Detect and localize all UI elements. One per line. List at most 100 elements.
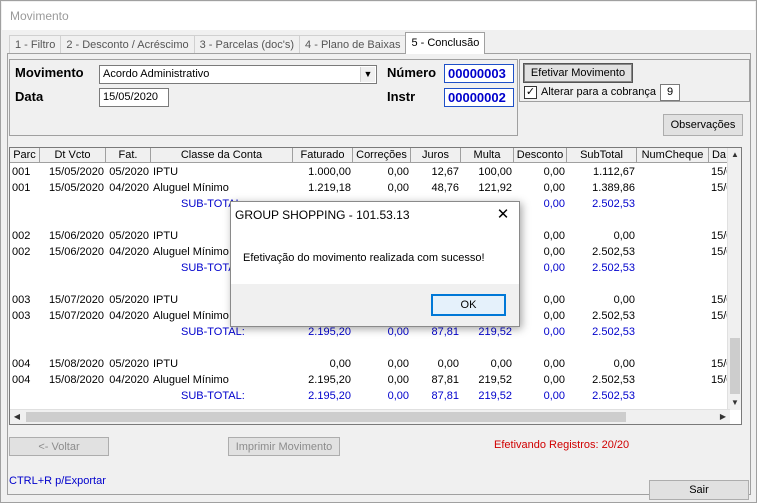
table-cell: 15/08/2020 <box>48 374 104 386</box>
ok-button[interactable]: OK <box>431 294 506 316</box>
table-cell: 0,00 <box>613 294 635 306</box>
efetivar-movimento-button[interactable]: Efetivar Movimento <box>523 63 633 83</box>
table-cell: 0,00 <box>543 326 565 338</box>
alterar-cobranca-value[interactable]: 9 <box>660 84 680 101</box>
grid-header-cell[interactable]: Juros <box>411 148 461 163</box>
table-cell <box>569 340 635 356</box>
table-cell: 15/08 <box>711 374 728 386</box>
table-cell <box>639 244 707 260</box>
close-icon[interactable]: ✕ <box>493 202 513 228</box>
table-cell: 2.502,53 <box>592 390 635 402</box>
table-cell: 87,81 <box>431 390 459 402</box>
horizontal-scroll-thumb[interactable] <box>26 412 626 422</box>
table-cell: 2.502,53 <box>592 310 635 322</box>
table-cell: 003 <box>12 294 31 306</box>
instr-field[interactable]: 00000002 <box>444 88 514 107</box>
numero-field[interactable]: 00000003 <box>444 64 514 83</box>
movimento-window: Movimento 1 - Filtro 2 - Desconto / Acrés… <box>0 0 757 503</box>
table-cell <box>639 276 707 292</box>
tab-2[interactable]: 2 - Desconto / Acréscimo <box>60 35 195 54</box>
movimento-combo[interactable]: Acordo Administrativo ▼ <box>99 65 377 84</box>
table-cell: 05/2020 <box>109 358 149 370</box>
tab-4[interactable]: 4 - Plano de Baixas <box>299 35 407 54</box>
table-row[interactable]: 004 15/08/2020 04/2020 Aluguel Mínimo 2.195,… <box>10 372 730 388</box>
tab-3[interactable]: 3 - Parcelas (doc's) <box>193 35 301 54</box>
table-cell: 0,00 <box>387 358 409 370</box>
table-cell <box>42 260 104 276</box>
table-cell: 05/2020 <box>109 294 149 306</box>
table-cell <box>153 340 291 356</box>
table-cell: 0,00 <box>543 310 565 322</box>
scroll-left-icon[interactable]: ◀ <box>10 410 24 424</box>
table-cell <box>711 276 728 292</box>
table-row[interactable]: 001 15/05/2020 04/2020 Aluguel Mínimo 1.219,… <box>10 180 730 196</box>
table-cell: 0,00 <box>543 198 565 210</box>
export-hint: CTRL+R p/Exportar <box>9 475 106 487</box>
tab-5[interactable]: 5 - Conclusão <box>405 32 486 54</box>
grid-header-cell[interactable]: NumCheque <box>637 148 709 163</box>
grid-header-cell[interactable]: Faturado <box>293 148 353 163</box>
table-cell <box>639 260 707 276</box>
table-row[interactable]: 004 15/08/2020 05/2020 IPTU 0,00 0,00 0,00 0,00… <box>10 356 730 372</box>
grid-header-cell[interactable]: Parc <box>10 148 40 163</box>
vertical-scrollbar[interactable]: ▲ ▼ <box>727 148 741 410</box>
table-cell: 15/05/2020 <box>48 182 104 194</box>
table-cell: 15/05 <box>711 166 728 178</box>
table-cell: 2.502,53 <box>592 326 635 338</box>
table-cell <box>516 212 565 228</box>
table-cell: 003 <box>12 310 31 322</box>
table-cell <box>639 308 707 324</box>
grid-header-cell[interactable]: Correções <box>353 148 411 163</box>
table-cell <box>639 356 707 372</box>
table-cell <box>413 340 459 356</box>
table-cell <box>711 388 728 404</box>
imprimir-movimento-button[interactable]: Imprimir Movimento <box>228 437 340 456</box>
grid-header-cell[interactable]: Classe da Conta <box>151 148 293 163</box>
table-cell <box>12 388 38 404</box>
horizontal-scrollbar[interactable]: ◀ ▶ <box>10 409 730 424</box>
table-row[interactable] <box>10 340 730 356</box>
grid-header-cell[interactable]: Fat. <box>106 148 151 163</box>
status-text: Efetivando Registros: 20/20 <box>494 439 630 451</box>
table-cell: 0,00 <box>543 374 565 386</box>
table-cell <box>12 212 38 228</box>
numero-label: Número <box>387 65 437 80</box>
table-cell <box>12 260 38 276</box>
table-cell: 0,00 <box>387 166 409 178</box>
table-row[interactable]: SUB-TOTAL: 2.195,20 0,00 87,81 219,52 0,00 2.5… <box>10 388 730 404</box>
table-cell: 0,00 <box>329 358 351 370</box>
table-cell: 0,00 <box>543 294 565 306</box>
table-cell <box>711 260 728 276</box>
table-cell <box>639 372 707 388</box>
table-cell <box>42 388 104 404</box>
voltar-button[interactable]: <- Voltar <box>9 437 109 456</box>
alterar-cobranca-checkbox[interactable]: ✓ <box>524 86 537 99</box>
table-cell: 0,00 <box>543 358 565 370</box>
grid-header-cell[interactable]: Dt Vcto <box>40 148 106 163</box>
scroll-up-icon[interactable]: ▲ <box>728 148 741 162</box>
table-cell: 2.502,53 <box>592 374 635 386</box>
table-cell: 002 <box>12 246 31 258</box>
movimento-combo-value: Acordo Administrativo <box>103 68 210 80</box>
table-cell: 121,92 <box>478 182 512 194</box>
tab-1[interactable]: 1 - Filtro <box>9 35 62 54</box>
table-cell: 15/08/2020 <box>48 358 104 370</box>
table-cell: 0,00 <box>543 246 565 258</box>
grid-header-cell[interactable]: Desconto <box>514 148 567 163</box>
sair-button[interactable]: Sair <box>649 480 749 500</box>
vertical-scroll-thumb[interactable] <box>730 338 740 394</box>
data-field[interactable]: 15/05/2020 <box>99 88 169 107</box>
scroll-down-icon[interactable]: ▼ <box>728 396 741 410</box>
grid-header-cell[interactable]: SubTotal <box>567 148 637 163</box>
table-cell: 15/06/2020 <box>48 230 104 242</box>
observacoes-button[interactable]: Observações <box>663 114 743 136</box>
table-cell <box>516 276 565 292</box>
grid-header-cell[interactable]: Multa <box>461 148 514 163</box>
table-cell: IPTU <box>153 358 179 370</box>
table-cell: 12,67 <box>431 166 459 178</box>
chevron-down-icon[interactable]: ▼ <box>360 67 375 82</box>
scroll-right-icon[interactable]: ▶ <box>716 410 730 424</box>
table-row[interactable]: 001 15/05/2020 05/2020 IPTU 1.000,00 0,00 12,6… <box>10 164 730 180</box>
table-cell: 1.112,67 <box>592 166 635 178</box>
table-cell <box>711 196 728 212</box>
